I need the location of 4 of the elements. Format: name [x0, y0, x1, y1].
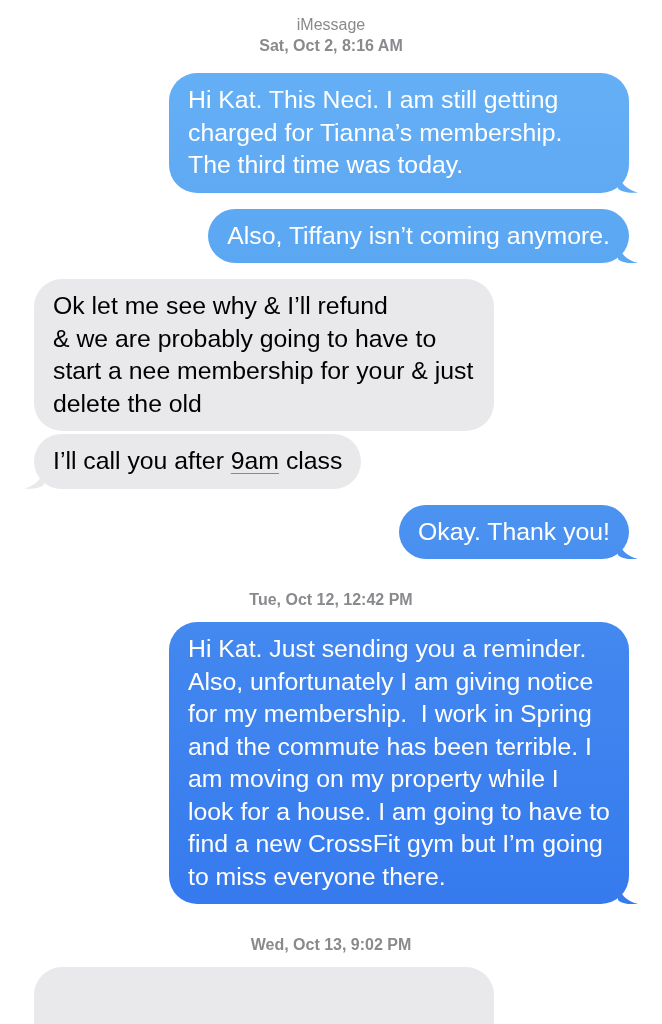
service-label: iMessage: [295, 15, 367, 35]
timestamp: Sat, Oct 2, 8:16 AM: [258, 36, 404, 56]
timestamp: Tue, Oct 12, 12:42 PM: [249, 591, 413, 608]
timestamp: Wed, Oct 13, 9:02 PM: [250, 936, 412, 953]
